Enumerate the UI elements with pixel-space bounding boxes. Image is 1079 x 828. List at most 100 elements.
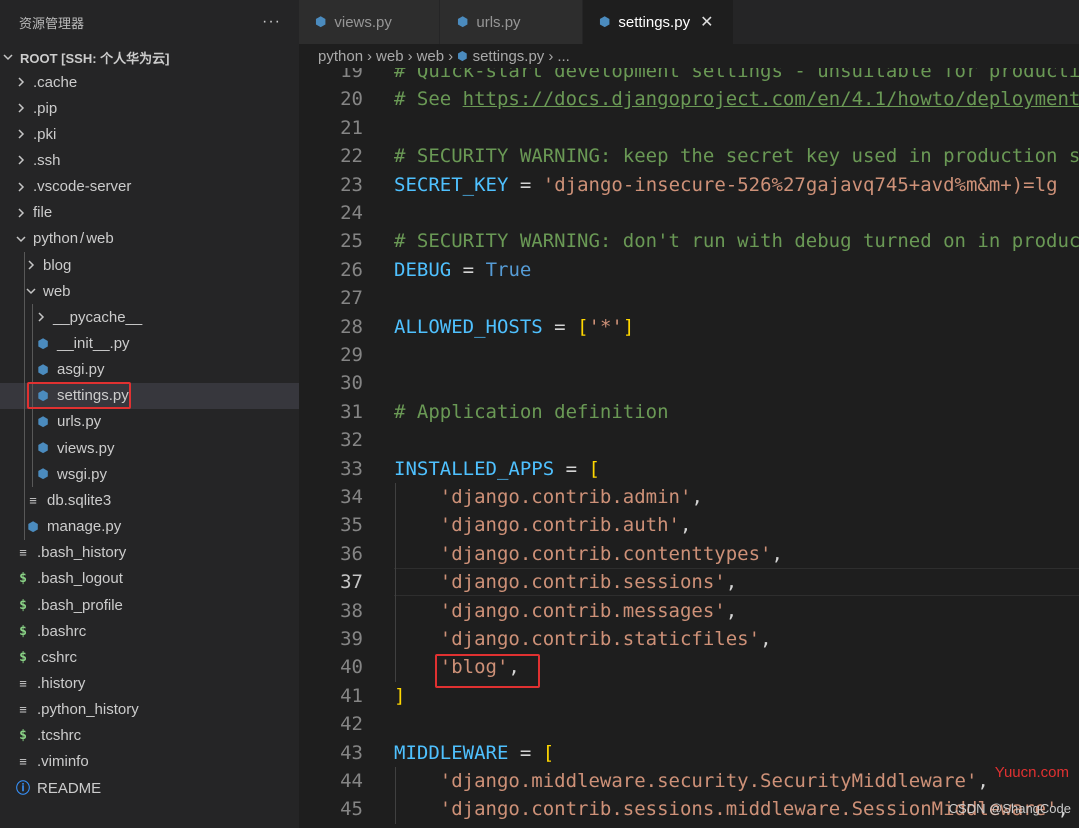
code-line[interactable]: # Application definition — [394, 398, 669, 426]
tree-item[interactable]: .cache — [0, 69, 299, 95]
line-number: 39 — [299, 628, 363, 650]
blog-entry-highlight-box — [435, 654, 540, 688]
workspace-root[interactable]: ROOT [SSH: 个人华为云] — [0, 45, 170, 69]
tree-item-label: README — [37, 780, 101, 797]
tree-item[interactable]: ≡.bash_history — [0, 540, 299, 566]
code-line[interactable]: INSTALLED_APPS = [ — [394, 455, 600, 483]
tab-views-py[interactable]: ⬢ views.py — [299, 0, 439, 44]
line-number: 23 — [299, 174, 363, 196]
line-number: 45 — [299, 798, 363, 820]
code-line[interactable]: # SECURITY WARNING: keep the secret key … — [394, 142, 1079, 170]
line-number: 37 — [299, 571, 363, 593]
tree-item[interactable]: web — [0, 278, 299, 304]
line-number: 26 — [299, 259, 363, 281]
tree-item[interactable]: ⬢views.py — [0, 435, 299, 461]
indent-guide — [24, 252, 25, 540]
tree-item[interactable]: ⬢__init__.py — [0, 331, 299, 357]
line-number: 19 — [299, 68, 363, 82]
indent-guide — [395, 483, 396, 682]
tree-item-label: .pip — [33, 100, 57, 117]
code-line[interactable]: 'django.contrib.admin', — [394, 483, 703, 511]
close-tab-icon[interactable]: ✕ — [700, 12, 713, 32]
tree-item-label: asgi.py — [57, 361, 105, 378]
tree-item[interactable]: ⬢ asgi.py — [0, 357, 299, 383]
code-line[interactable]: ] — [394, 682, 405, 710]
chevron-down-icon — [15, 233, 29, 245]
code-editor[interactable]: 19 # Quick-start development settings - u… — [299, 68, 1079, 828]
code-line[interactable]: 'django.contrib.auth', — [394, 511, 691, 539]
tree-item[interactable]: $.bash_logout — [0, 566, 299, 592]
explorer-sidebar: 资源管理器 ··· ROOT [SSH: 个人华为云] .cache .pip .p… — [0, 0, 299, 828]
code-line[interactable]: DEBUG = True — [394, 256, 531, 284]
tree-item-label: .viminfo — [37, 753, 89, 770]
line-number: 34 — [299, 486, 363, 508]
line-number: 32 — [299, 429, 363, 451]
editor-tab-bar: ⬢ views.py ⬢ urls.py ⬢ settings.py ✕ — [299, 0, 1079, 44]
tree-item[interactable]: ≡.viminfo — [0, 749, 299, 775]
code-line[interactable]: MIDDLEWARE = [ — [394, 739, 554, 767]
python-file-icon: ⬢ — [35, 466, 51, 482]
code-line[interactable]: 'django.contrib.contenttypes', — [394, 540, 783, 568]
text-file-icon: ≡ — [15, 545, 31, 560]
tab-label: urls.py — [476, 14, 520, 31]
breadcrumb-item[interactable]: web — [417, 48, 445, 65]
breadcrumb-item[interactable]: python — [318, 48, 363, 65]
tree-item[interactable]: $.bash_profile — [0, 592, 299, 618]
code-line[interactable]: # Quick-start development settings - uns… — [394, 68, 1079, 85]
tree-item[interactable]: .pip — [0, 95, 299, 121]
tab-settings-py[interactable]: ⬢ settings.py ✕ — [583, 0, 733, 44]
explorer-header: 资源管理器 ··· — [0, 0, 299, 44]
tab-label: views.py — [334, 14, 392, 31]
shell-file-icon: $ — [15, 598, 31, 613]
code-line[interactable]: 'django.middleware.security.SecurityMidd… — [394, 767, 989, 795]
tree-item[interactable]: .pki — [0, 121, 299, 147]
tab-label: settings.py — [618, 14, 690, 31]
tree-item[interactable]: $.bashrc — [0, 618, 299, 644]
code-line[interactable]: 'django.contrib.sessions', — [394, 568, 737, 596]
code-line[interactable]: SECRET_KEY = 'django-insecure-526%27gaja… — [394, 171, 1058, 199]
tree-item[interactable]: $.cshrc — [0, 644, 299, 670]
code-line[interactable]: # SECURITY WARNING: don't run with debug… — [394, 227, 1079, 255]
breadcrumb-item[interactable]: web — [376, 48, 404, 65]
tree-item[interactable]: ⬢ urls.py — [0, 409, 299, 435]
tree-item[interactable]: ≡db.sqlite3 — [0, 487, 299, 513]
tree-item[interactable]: blog — [0, 252, 299, 278]
chevron-right-icon — [15, 207, 29, 219]
tree-item[interactable]: .ssh — [0, 147, 299, 173]
tree-item[interactable]: file — [0, 200, 299, 226]
tree-item[interactable]: ≡.python_history — [0, 697, 299, 723]
tree-item[interactable]: python/web — [0, 226, 299, 252]
python-file-icon: ⬢ — [25, 519, 41, 535]
code-line[interactable]: # See https://docs.djangoproject.com/en/… — [394, 85, 1079, 113]
python-file-icon: ⬢ — [315, 14, 326, 30]
line-number: 27 — [299, 287, 363, 309]
code-line[interactable]: 'django.contrib.staticfiles', — [394, 625, 772, 653]
tree-item[interactable]: ≡.history — [0, 670, 299, 696]
python-file-icon: ⬢ — [457, 14, 468, 30]
watermark: Yuucn.com — [995, 764, 1069, 781]
tree-item[interactable]: $.tcshrc — [0, 723, 299, 749]
python-file-icon: ⬢ — [457, 49, 467, 63]
tree-item-label: .history — [37, 675, 85, 692]
line-number: 29 — [299, 344, 363, 366]
breadcrumb-file[interactable]: settings.py — [473, 48, 545, 65]
breadcrumb-ellipsis[interactable]: ... — [557, 48, 570, 65]
tree-item[interactable]: .vscode-server — [0, 174, 299, 200]
tree-item[interactable]: ⬢wsgi.py — [0, 461, 299, 487]
chevron-down-icon — [2, 51, 16, 63]
python-file-icon: ⬢ — [35, 362, 51, 378]
code-line[interactable]: ALLOWED_HOSTS = ['*'] — [394, 313, 634, 341]
tab-urls-py[interactable]: ⬢ urls.py — [440, 0, 582, 44]
python-file-icon: ⬢ — [35, 414, 51, 430]
tree-item[interactable]: ⬢manage.py — [0, 514, 299, 540]
tree-item-label: .ssh — [33, 152, 61, 169]
tree-item[interactable]: ⓘREADME — [0, 775, 299, 801]
tree-item-label: urls.py — [57, 413, 101, 430]
line-number: 30 — [299, 372, 363, 394]
tree-item-label: .cshrc — [37, 649, 77, 666]
breadcrumb-separator: › — [548, 48, 553, 65]
more-actions-icon[interactable]: ··· — [262, 13, 281, 31]
code-line[interactable]: 'django.contrib.messages', — [394, 597, 737, 625]
breadcrumb-separator: › — [408, 48, 413, 65]
tree-item[interactable]: __pycache__ — [0, 304, 299, 330]
